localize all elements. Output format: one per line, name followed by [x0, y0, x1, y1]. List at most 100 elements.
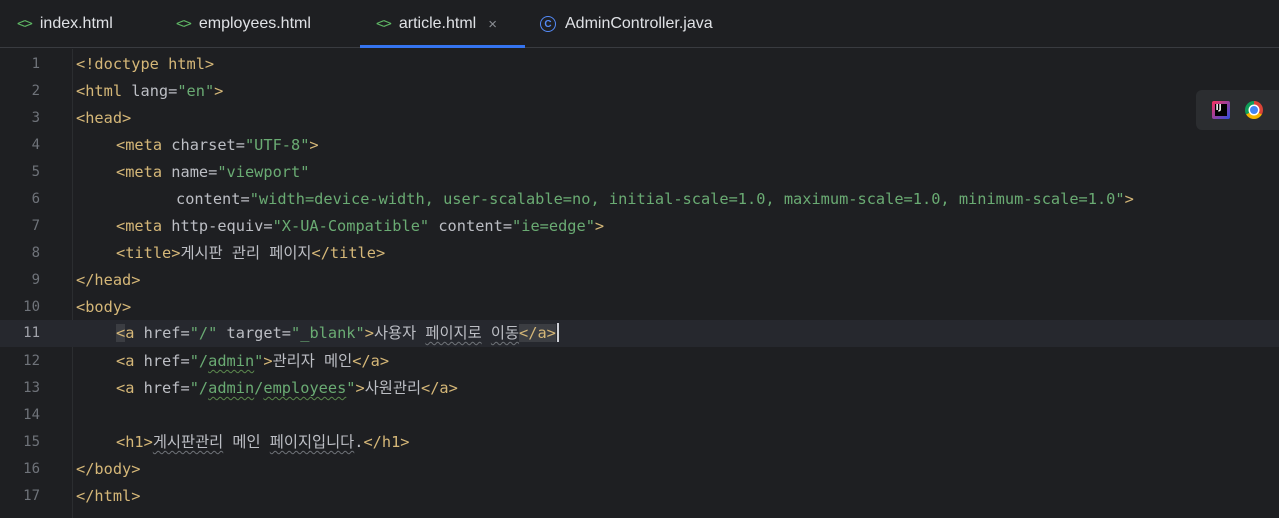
spellcheck-token: admin [208, 352, 255, 370]
code-token: href= [134, 379, 190, 397]
code-line[interactable]: 3 <head> [0, 105, 1279, 132]
code-line[interactable]: 7 <meta http-equiv="X-UA-Compatible" con… [0, 213, 1279, 240]
code-token: " [346, 379, 356, 397]
tab-article-html[interactable]: <> article.html × [360, 0, 525, 48]
line-number: 1 [31, 56, 40, 72]
code-token: </a> [421, 379, 458, 397]
code-token: http-equiv= [162, 217, 273, 235]
code-token: "X-UA-Compatible" [272, 217, 430, 235]
code-line[interactable]: 2 <html lang="en"> [0, 78, 1279, 105]
code-token: lang= [122, 82, 178, 100]
intellij-icon[interactable]: IJ [1211, 101, 1230, 119]
code-line[interactable]: 8 <title>게시판 관리 페이지</title> [0, 240, 1279, 267]
java-class-icon: C [540, 16, 556, 32]
editor-tab-bar: <> index.html <> employees.html <> artic… [0, 0, 1279, 48]
current-code-line[interactable]: 11 <a href="/" target="_blank">사용자 페이지로 … [0, 320, 1279, 347]
tab-index-html[interactable]: <> index.html [17, 0, 113, 48]
line-number: 8 [31, 245, 40, 261]
spellcheck-token: employees [263, 379, 347, 397]
code-line[interactable]: 10 <body> [0, 294, 1279, 321]
line-number: 12 [23, 353, 40, 369]
spellcheck-token: 이동 [490, 324, 520, 342]
code-token: <title> [116, 244, 181, 262]
line-number: 9 [31, 272, 40, 288]
code-line[interactable]: 16 </body> [0, 456, 1279, 483]
code-token: < [116, 324, 126, 342]
code-token: href= [134, 324, 190, 342]
code-token: > [355, 379, 365, 397]
line-number: 7 [31, 218, 40, 234]
code-token: > [364, 324, 374, 342]
code-token: > [594, 217, 605, 235]
line-number: 13 [23, 380, 40, 396]
line-number: 3 [31, 110, 40, 126]
code-token: "UTF-8" [244, 136, 310, 154]
code-token: <body> [76, 298, 132, 316]
text-caret [556, 323, 559, 342]
code-token: content= [176, 190, 250, 208]
code-token: <meta [116, 217, 163, 235]
line-number: 11 [23, 325, 40, 341]
code-token: "viewport" [217, 163, 310, 181]
line-number: 10 [23, 299, 40, 315]
active-tab-indicator [360, 45, 525, 48]
code-token: </a> [352, 352, 390, 370]
tab-label: index.html [39, 15, 113, 32]
code-token: > [263, 352, 273, 370]
code-token: </title> [311, 244, 386, 262]
code-line[interactable]: 13 <a href="/admin/employees">사원관리</a> [0, 375, 1279, 402]
tab-label: employees.html [198, 15, 311, 32]
code-editor[interactable]: 1 <!doctype html> 2 <html lang="en"> 3 <… [0, 49, 1279, 518]
code-line[interactable]: 15 <h1>게시판관리 메인 페이지입니다.</h1> [0, 429, 1279, 456]
code-line[interactable]: 1 <!doctype html> [0, 51, 1279, 78]
code-token: 게시판 관리 페이지 [180, 244, 312, 262]
html-file-icon: <> [376, 16, 392, 32]
code-line[interactable]: 5 <meta name="viewport" [0, 159, 1279, 186]
line-number: 16 [23, 461, 40, 477]
code-token: 사용자 [373, 324, 426, 342]
code-line[interactable]: 14 [0, 402, 1279, 429]
code-token: </head> [76, 271, 141, 289]
line-number: 17 [23, 488, 40, 504]
spellcheck-token: 페이지입니다 [269, 433, 355, 451]
tab-employees-html[interactable]: <> employees.html [176, 0, 311, 48]
code-line[interactable]: 12 <a href="/admin">관리자 메인</a> [0, 348, 1279, 375]
code-token: href= [134, 352, 190, 370]
code-token: "/ [189, 379, 209, 397]
code-token: name= [162, 163, 218, 181]
tab-label: article.html [398, 15, 477, 32]
code-token: / [254, 379, 264, 397]
code-token: content= [429, 217, 513, 235]
code-token: </h1> [363, 433, 410, 451]
spellcheck-token: 게시판관리 [152, 433, 224, 451]
tab-label: AdminController.java [565, 15, 713, 32]
code-token: </html> [76, 487, 141, 505]
tab-admincontroller-java[interactable]: C AdminController.java [540, 0, 713, 48]
line-number: 14 [23, 407, 40, 423]
code-token: <html [76, 82, 123, 100]
html-file-icon: <> [176, 16, 192, 32]
code-line[interactable]: 17 </html> [0, 483, 1279, 510]
chrome-icon[interactable] [1245, 101, 1264, 119]
code-token: <meta [116, 163, 163, 181]
code-token: 사원관리 [364, 379, 422, 397]
close-tab-icon[interactable]: × [488, 16, 497, 33]
code-token: target= [217, 324, 292, 342]
code-line[interactable]: 9 </head> [0, 267, 1279, 294]
code-token: charset= [162, 136, 245, 154]
code-token: <a [116, 379, 135, 397]
line-number: 2 [31, 83, 40, 99]
line-number: 5 [31, 164, 40, 180]
code-token: " [254, 352, 264, 370]
html-file-icon: <> [17, 16, 33, 32]
code-token: <!doctype html> [76, 55, 215, 73]
code-token: </a> [519, 324, 556, 342]
browser-preview-bar: IJ [1196, 90, 1279, 130]
code-line[interactable]: 4 <meta charset="UTF-8"> [0, 132, 1279, 159]
code-line[interactable]: 6 content="width=device-width, user-scal… [0, 186, 1279, 213]
code-token: "/" [189, 324, 218, 342]
code-token: "width=device-width, user-scalable=no, i… [249, 190, 1125, 208]
line-number: 15 [23, 434, 40, 450]
code-token: </body> [76, 460, 141, 478]
